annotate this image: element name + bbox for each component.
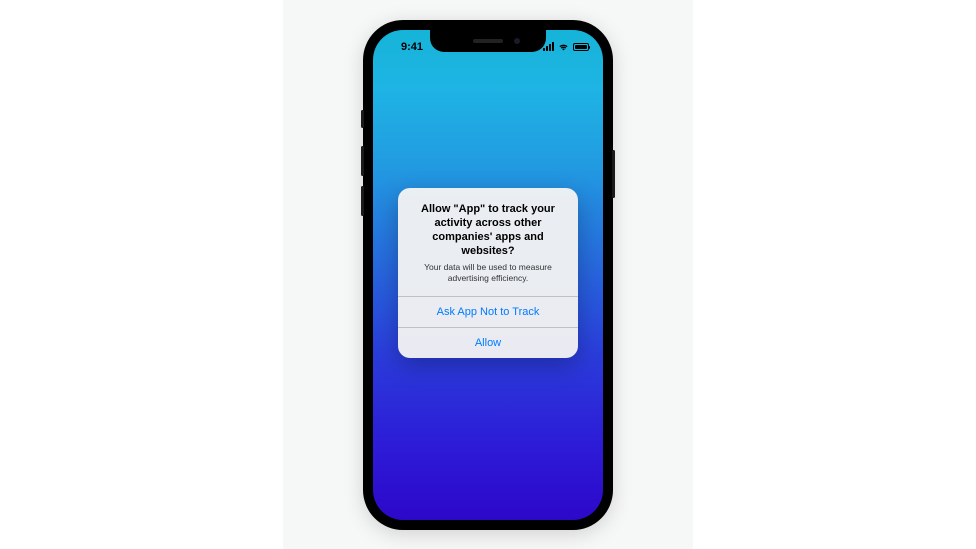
status-icons <box>539 42 589 51</box>
alert-body: Allow "App" to track your activity acros… <box>398 188 578 296</box>
phone-notch <box>430 30 546 52</box>
iphone-device-frame: 9:41 <box>363 20 613 530</box>
phone-power-button <box>612 150 615 198</box>
tracking-permission-alert: Allow "App" to track your activity acros… <box>398 188 578 358</box>
wifi-icon <box>558 43 569 51</box>
ask-not-to-track-button[interactable]: Ask App Not to Track <box>398 296 578 327</box>
phone-side-buttons-left <box>361 110 364 226</box>
speaker-grille <box>473 39 503 43</box>
battery-icon <box>573 43 589 51</box>
alert-title: Allow "App" to track your activity acros… <box>410 202 566 259</box>
image-backdrop: 9:41 <box>283 0 693 549</box>
front-camera <box>514 38 520 44</box>
alert-message: Your data will be used to measure advert… <box>410 262 566 284</box>
allow-button[interactable]: Allow <box>398 327 578 358</box>
status-time: 9:41 <box>387 41 437 53</box>
phone-screen: 9:41 <box>373 30 603 520</box>
